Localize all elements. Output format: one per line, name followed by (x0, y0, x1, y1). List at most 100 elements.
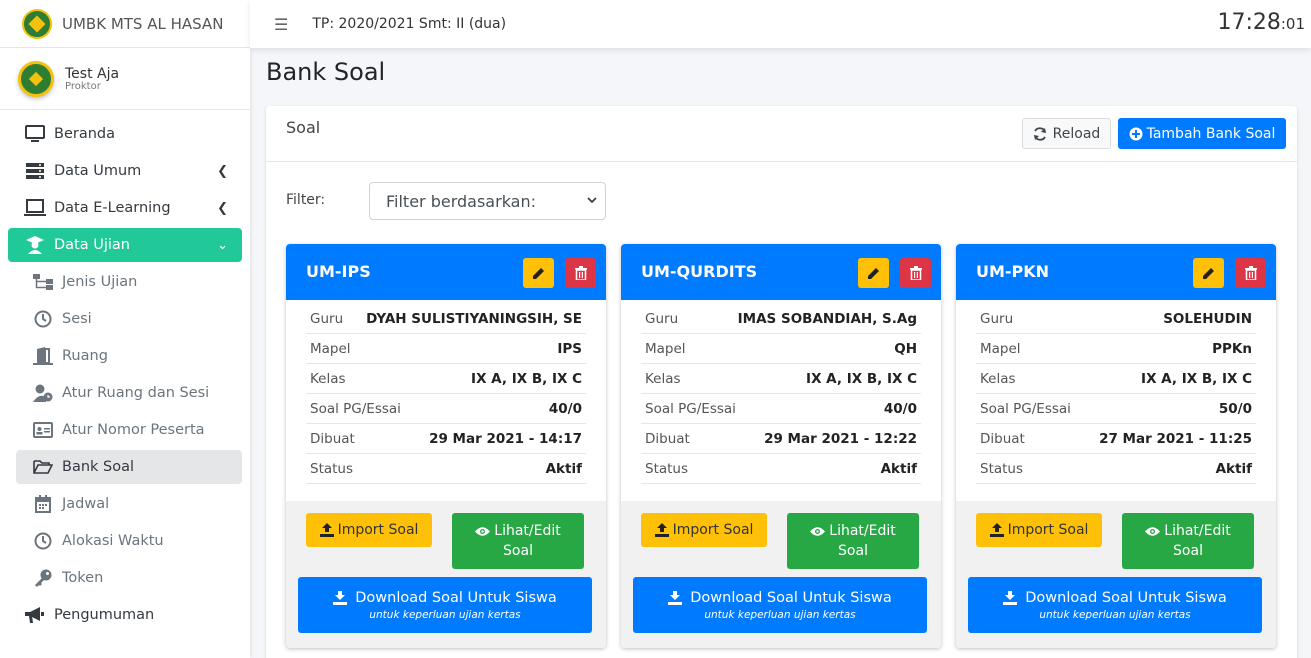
delete-button[interactable] (900, 258, 931, 288)
detail-row-status: Status Aktif (641, 454, 921, 484)
trash-icon (574, 266, 587, 280)
edit-button[interactable] (523, 258, 554, 288)
bank-soal-card: UM-PKN Guru SOLEHUDIN Mapel PPKn Kelas IX A… (956, 244, 1276, 648)
sidebar-item-data-elearning[interactable]: Data E-Learning ❮ (8, 191, 242, 225)
download-soal-button[interactable]: Download Soal Untuk Siswa untuk keperlua… (633, 577, 927, 633)
clock-icon (32, 531, 54, 551)
reload-button[interactable]: Reload (1022, 118, 1111, 149)
detail-key: Dibuat (310, 430, 355, 447)
sidebar-item-beranda[interactable]: Beranda (8, 117, 242, 151)
edit-button[interactable] (858, 258, 889, 288)
pencil-icon (532, 267, 545, 280)
sidebar-item-bank-soal[interactable]: Bank Soal (16, 450, 242, 484)
upload-icon (654, 523, 669, 537)
bullhorn-icon (24, 605, 46, 625)
chevron-down-icon (587, 194, 597, 207)
plus-circle-icon (1129, 127, 1143, 141)
sidebar-item-label: Atur Nomor Peserta (62, 422, 205, 438)
sidebar-nav: Beranda Data Umum ❮ Data E-Learning ❮ Da… (0, 110, 250, 632)
brand-name: UMBK MTS AL HASAN (62, 14, 224, 33)
detail-key: Dibuat (645, 430, 690, 447)
chevron-left-icon: ❮ (217, 200, 228, 216)
detail-key: Soal PG/Essai (310, 400, 401, 417)
card-title: Soal (286, 118, 321, 137)
sidebar-item-data-umum[interactable]: Data Umum ❮ (8, 154, 242, 188)
sidebar-item-sesi[interactable]: Sesi (16, 302, 242, 336)
reload-label: Reload (1052, 125, 1101, 142)
detail-value: IPS (557, 340, 582, 357)
edit-button[interactable] (1193, 258, 1224, 288)
import-soal-button[interactable]: Import Soal (641, 513, 767, 547)
laptop-icon (24, 198, 46, 218)
detail-value: Aktif (1215, 460, 1252, 477)
add-bank-soal-button[interactable]: Tambah Bank Soal (1118, 118, 1286, 149)
folder-open-icon (32, 457, 54, 477)
sidebar-item-alokasi-waktu[interactable]: Alokasi Waktu (16, 524, 242, 558)
detail-key: Mapel (645, 340, 686, 357)
import-label: Import Soal (1007, 522, 1089, 538)
download-soal-button[interactable]: Download Soal Untuk Siswa untuk keperlua… (968, 577, 1262, 633)
lihat-edit-soal-button[interactable]: Lihat/Edit Soal (452, 513, 584, 569)
detail-key: Guru (310, 310, 344, 327)
download-label: Download Soal Untuk Siswa (1025, 589, 1227, 606)
filter-select[interactable]: Filter berdasarkan: (369, 182, 606, 220)
detail-key: Kelas (980, 370, 1016, 387)
eye-icon (475, 526, 491, 537)
download-label: Download Soal Untuk Siswa (690, 589, 892, 606)
sidebar-item-jadwal[interactable]: Jadwal (16, 487, 242, 521)
sidebar-item-data-ujian[interactable]: Data Ujian ⌄ (8, 228, 242, 262)
import-label: Import Soal (337, 522, 419, 538)
delete-button[interactable] (565, 258, 596, 288)
bank-card-actions: Import Soal Lihat/Edit Soal Download Soa… (956, 501, 1276, 648)
detail-row-dibuat: Dibuat 29 Mar 2021 - 12:22 (641, 424, 921, 454)
hamburger-menu-icon[interactable]: ☰ (274, 15, 288, 34)
download-soal-button[interactable]: Download Soal Untuk Siswa untuk keperlua… (298, 577, 592, 633)
detail-value: SOLEHUDIN (1163, 310, 1252, 327)
lihat-edit-soal-button[interactable]: Lihat/Edit Soal (1122, 513, 1254, 569)
detail-value: DYAH SULISTIYANINGSIH, SE (366, 310, 582, 327)
detail-row-dibuat: Dibuat 27 Mar 2021 - 11:25 (976, 424, 1256, 454)
user-graduate-icon (24, 235, 46, 255)
sidebar-item-label: Beranda (54, 126, 115, 142)
detail-row-soal: Soal PG/Essai 40/0 (306, 394, 586, 424)
trash-icon (1244, 266, 1257, 280)
detail-value: IX A, IX B, IX C (471, 370, 582, 387)
detail-key: Dibuat (980, 430, 1025, 447)
filter-value: Filter berdasarkan: (386, 191, 537, 211)
lihat-label-line2: Soal (838, 543, 868, 559)
sidebar-item-atur-nomor-peserta[interactable]: Atur Nomor Peserta (16, 413, 242, 447)
lihat-label: Lihat/Edit (1164, 523, 1231, 539)
sidebar-item-pengumuman[interactable]: Pengumuman (8, 598, 242, 632)
bank-soal-card: UM-QURDITS Guru IMAS SOBANDIAH, S.Ag Mape… (621, 244, 941, 648)
detail-key: Soal PG/Essai (645, 400, 736, 417)
brand[interactable]: UMBK MTS AL HASAN (0, 0, 250, 48)
download-sublabel: untuk keperluan ujian kertas (1039, 608, 1191, 621)
detail-value: Aktif (545, 460, 582, 477)
clock-icon (32, 309, 54, 329)
sidebar-item-atur-ruang-sesi[interactable]: Atur Ruang dan Sesi (16, 376, 242, 410)
detail-value: IX A, IX B, IX C (806, 370, 917, 387)
detail-key: Mapel (310, 340, 351, 357)
import-soal-button[interactable]: Import Soal (976, 513, 1102, 547)
detail-key: Guru (645, 310, 679, 327)
bank-title: UM-IPS (306, 262, 371, 281)
download-sublabel: untuk keperluan ujian kertas (369, 608, 521, 621)
sidebar-item-label: Data Umum (54, 163, 142, 179)
filter-label: Filter: (286, 192, 326, 208)
avatar (18, 60, 54, 97)
detail-row-soal: Soal PG/Essai 40/0 (641, 394, 921, 424)
lihat-edit-soal-button[interactable]: Lihat/Edit Soal (787, 513, 919, 569)
sidebar-item-label: Sesi (62, 311, 92, 327)
sidebar-item-label: Pengumuman (54, 607, 155, 623)
detail-row-kelas: Kelas IX A, IX B, IX C (306, 364, 586, 394)
sidebar-item-ruang[interactable]: Ruang (16, 339, 242, 373)
detail-key: Kelas (645, 370, 681, 387)
download-icon (333, 590, 348, 605)
import-soal-button[interactable]: Import Soal (306, 513, 432, 547)
sidebar-item-jenis-ujian[interactable]: Jenis Ujian (16, 265, 242, 299)
user-panel[interactable]: Test Aja Proktor (0, 48, 250, 110)
detail-value: 29 Mar 2021 - 12:22 (764, 430, 917, 447)
detail-key: Guru (980, 310, 1014, 327)
delete-button[interactable] (1235, 258, 1266, 288)
sidebar-item-token[interactable]: Token (16, 561, 242, 595)
